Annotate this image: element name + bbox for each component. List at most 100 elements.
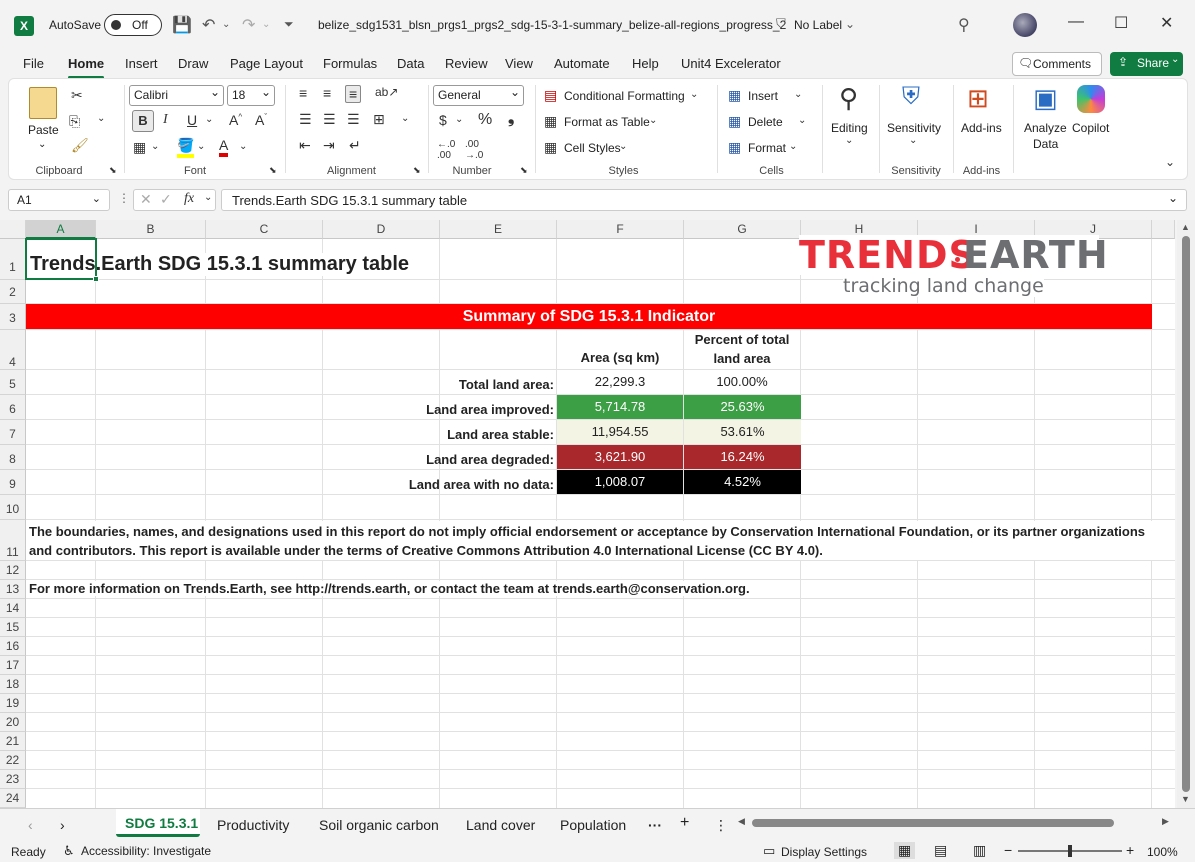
share-button[interactable]: ⇪ Share ⌄	[1110, 52, 1183, 76]
row-header[interactable]: 13	[0, 580, 26, 599]
dialog-launcher-icon[interactable]: ⬊	[269, 165, 277, 176]
insert-cells-icon[interactable]: ▦	[728, 87, 741, 104]
italic-icon[interactable]: I	[163, 112, 168, 128]
editing-button[interactable]: Editing	[831, 121, 868, 135]
cell-styles-icon[interactable]: ▦	[544, 139, 557, 156]
chevron-down-icon[interactable]: ⌄	[97, 113, 105, 124]
tab-automate[interactable]: Automate	[554, 56, 610, 71]
decrease-indent-icon[interactable]: ⇤	[299, 137, 311, 154]
close-icon[interactable]: ✕	[1160, 13, 1173, 33]
summary-banner[interactable]: Summary of SDG 15.3.1 Indicator	[26, 304, 1152, 329]
tab-insert[interactable]: Insert	[125, 56, 158, 71]
active-cell-selection[interactable]	[25, 238, 97, 280]
tab-file[interactable]: File	[23, 56, 44, 71]
scroll-down-icon[interactable]: ▼	[1181, 794, 1190, 804]
row-header[interactable]: 2	[0, 280, 26, 304]
avatar[interactable]	[1013, 13, 1037, 37]
tab-formulas[interactable]: Formulas	[323, 56, 377, 71]
sheet-tab-land-cover[interactable]: Land cover	[466, 817, 535, 833]
redo-dropdown-icon[interactable]: ⌄	[262, 19, 270, 30]
row-header[interactable]: 1	[0, 239, 26, 280]
sensitivity-icon[interactable]: ⛨	[902, 83, 920, 111]
cell-area-improved[interactable]: 5,714.78	[557, 395, 683, 419]
chevron-down-icon[interactable]: ⌄	[151, 141, 159, 152]
cell-styles-button[interactable]: Cell Styles	[564, 141, 621, 155]
increase-decimal-icon[interactable]: ←.0.00	[437, 139, 455, 161]
sheet-tab-productivity[interactable]: Productivity	[217, 817, 289, 833]
more-sheets-icon[interactable]: ···	[648, 817, 662, 833]
more-info-text[interactable]: For more information on Trends.Earth, se…	[29, 581, 750, 596]
sheet-tab-sdg-15-3-1[interactable]: SDG 15.3.1	[116, 809, 200, 837]
accessibility-status[interactable]: Accessibility: Investigate	[81, 844, 211, 858]
row-header[interactable]: 3	[0, 304, 26, 330]
maximize-icon[interactable]: ☐	[1114, 13, 1128, 33]
row-header[interactable]: 17	[0, 656, 26, 675]
chevron-down-icon[interactable]: ⌄	[38, 139, 46, 150]
chevron-down-icon[interactable]: ⌄	[845, 135, 853, 146]
delete-cells-button[interactable]: Delete	[748, 115, 783, 129]
undo-icon[interactable]: ↶	[202, 15, 215, 35]
enter-icon[interactable]: ✓	[160, 191, 172, 208]
row-header[interactable]: 24	[0, 789, 26, 808]
bold-icon[interactable]: B	[132, 110, 154, 132]
increase-indent-icon[interactable]: ⇥	[323, 137, 335, 154]
analyze-data-label-2[interactable]: Data	[1033, 137, 1058, 151]
column-header[interactable]: A	[26, 220, 96, 239]
copilot-icon[interactable]	[1077, 85, 1105, 113]
scroll-left-icon[interactable]: ◀	[738, 816, 745, 827]
paste-icon[interactable]	[29, 87, 57, 119]
spreadsheet-grid[interactable]: A B C D E F G H I J 1 2 3 4 5 6 7 8 9 10…	[0, 220, 1175, 808]
page-layout-view-icon[interactable]: ▤	[934, 842, 947, 859]
row-header[interactable]: 22	[0, 751, 26, 770]
analyze-data-label[interactable]: Analyze	[1024, 121, 1067, 135]
format-painter-icon[interactable]: 🖌	[71, 137, 89, 154]
increase-font-icon[interactable]: A^	[229, 112, 242, 128]
chevron-down-icon[interactable]: ⌄	[401, 113, 409, 124]
search-icon[interactable]: ⚲	[839, 83, 858, 114]
cell-pct-total[interactable]: 100.00%	[684, 370, 800, 394]
scroll-right-icon[interactable]: ▶	[1162, 816, 1169, 827]
align-left-icon[interactable]: ☰	[299, 111, 312, 128]
merge-center-icon[interactable]: ⊞	[373, 111, 385, 128]
name-box[interactable]: A1 ⌄	[8, 189, 110, 211]
row-header[interactable]: 11	[0, 520, 26, 561]
copy-icon[interactable]: ⎘	[69, 113, 80, 130]
scrollbar-thumb[interactable]	[1182, 236, 1190, 792]
sensitivity-button[interactable]: Sensitivity	[887, 121, 941, 135]
chevron-down-icon[interactable]: ⌄	[798, 115, 806, 126]
chevron-down-icon[interactable]: ⌄	[649, 115, 657, 126]
fill-handle[interactable]	[93, 276, 99, 282]
underline-icon[interactable]: U	[187, 112, 197, 128]
row-header[interactable]: 9	[0, 470, 26, 495]
wrap-text-icon[interactable]: ↵	[349, 137, 361, 154]
select-all-corner[interactable]	[0, 220, 26, 239]
row-header[interactable]: 16	[0, 637, 26, 656]
column-header[interactable]: D	[323, 220, 440, 239]
row-header[interactable]: 8	[0, 445, 26, 470]
currency-icon[interactable]: $	[439, 112, 447, 128]
align-bottom-icon[interactable]: ≡	[345, 85, 362, 103]
row-header[interactable]: 7	[0, 420, 26, 445]
row-header[interactable]: 6	[0, 395, 26, 420]
tab-draw[interactable]: Draw	[178, 56, 208, 71]
format-cells-icon[interactable]: ▦	[728, 139, 741, 156]
zoom-slider-thumb[interactable]	[1068, 845, 1072, 857]
decrease-font-icon[interactable]: Aˇ	[255, 112, 267, 128]
collapse-ribbon-icon[interactable]: ⌄	[1165, 155, 1175, 169]
conditional-formatting-icon[interactable]: ▤	[544, 87, 557, 104]
next-sheet-icon[interactable]: ›	[60, 817, 65, 833]
row-header[interactable]: 14	[0, 599, 26, 618]
add-ins-icon[interactable]: ⊞	[967, 83, 989, 114]
insert-function-icon[interactable]: fx	[184, 191, 194, 207]
row-header[interactable]: 19	[0, 694, 26, 713]
cell-area-degraded[interactable]: 3,621.90	[557, 445, 683, 469]
accessibility-icon[interactable]: ♿	[63, 843, 75, 859]
analyze-data-icon[interactable]: ▣	[1033, 83, 1058, 114]
tab-view[interactable]: View	[505, 56, 533, 71]
sensitivity-label[interactable]: No Label	[794, 18, 842, 32]
font-color-icon[interactable]: A	[219, 137, 229, 157]
row-header[interactable]: 21	[0, 732, 26, 751]
chevron-down-icon[interactable]: ⌄	[205, 114, 213, 125]
sheet-tab-population[interactable]: Population	[560, 817, 626, 833]
redo-icon[interactable]: ↷	[242, 15, 255, 35]
